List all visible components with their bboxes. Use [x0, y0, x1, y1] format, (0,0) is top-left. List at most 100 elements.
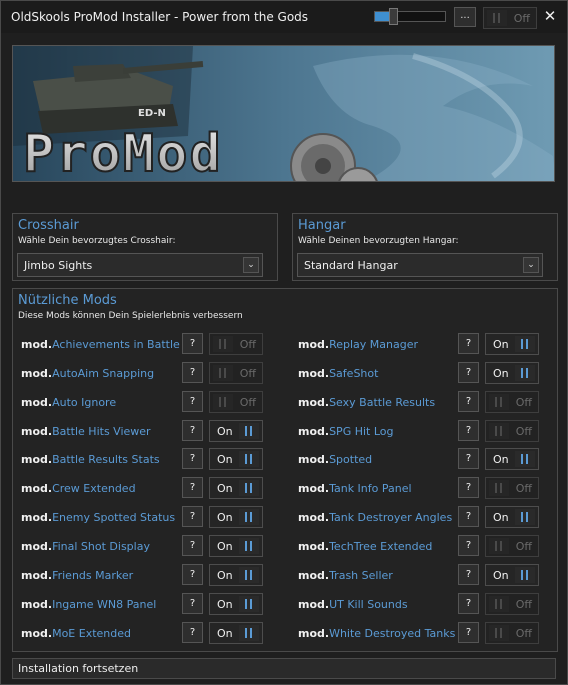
install-label: Installation fortsetzen: [18, 662, 139, 675]
toggle-label: Off: [515, 540, 532, 553]
mod-name: TechTree Extended: [329, 540, 433, 553]
mod-toggle-left-10[interactable]: On: [209, 622, 263, 644]
mod-name: Enemy Spotted Status: [52, 511, 176, 524]
mod-label: mod.Trash Seller: [298, 569, 393, 582]
crosshair-subtitle: Wähle Dein bevorzugtes Crosshair:: [18, 236, 176, 246]
mod-toggle-right-6[interactable]: On: [485, 506, 539, 528]
toggle-knob-icon: [213, 394, 233, 410]
mod-name: Replay Manager: [329, 338, 418, 351]
install-continue-button[interactable]: Installation fortsetzen: [12, 658, 556, 679]
help-button[interactable]: ?: [182, 391, 203, 412]
mod-toggle-left-4[interactable]: On: [209, 448, 263, 470]
title-bar: OldSkools ProMod Installer - Power from …: [1, 1, 567, 33]
mod-prefix: mod.: [298, 511, 330, 524]
mods-title: Nützliche Mods: [18, 293, 117, 308]
close-icon[interactable]: ✕: [542, 7, 558, 25]
help-button[interactable]: ?: [458, 535, 479, 556]
chevron-down-icon[interactable]: ⌄: [523, 257, 539, 273]
help-button[interactable]: ?: [458, 391, 479, 412]
mod-label: mod.Ingame WN8 Panel: [21, 598, 156, 611]
help-button[interactable]: ?: [182, 333, 203, 354]
crosshair-select[interactable]: Jimbo Sights ⌄: [17, 253, 263, 277]
mod-toggle-left-8[interactable]: On: [209, 564, 263, 586]
help-button[interactable]: ?: [458, 564, 479, 585]
mod-label: mod.Final Shot Display: [21, 540, 150, 553]
toggle-knob-icon: [239, 538, 259, 554]
mod-toggle-right-7[interactable]: Off: [485, 535, 539, 557]
mod-name: Tank Destroyer Angles: [329, 511, 453, 524]
mod-toggle-right-3[interactable]: Off: [485, 420, 539, 442]
mod-name: White Destroyed Tanks: [329, 627, 456, 640]
mod-toggle-right-8[interactable]: On: [485, 564, 539, 586]
mod-toggle-left-2[interactable]: Off: [209, 391, 263, 413]
mod-toggle-right-10[interactable]: Off: [485, 622, 539, 644]
mod-name: Friends Marker: [52, 569, 134, 582]
toggle-knob-icon: [489, 423, 509, 439]
chevron-down-icon[interactable]: ⌄: [243, 257, 259, 273]
toggle-label: On: [493, 453, 509, 466]
help-button[interactable]: ?: [182, 622, 203, 643]
mod-name: Crew Extended: [52, 482, 136, 495]
mod-toggle-right-4[interactable]: On: [485, 448, 539, 470]
mod-toggle-right-5[interactable]: Off: [485, 477, 539, 499]
toggle-knob-icon: [515, 567, 535, 583]
toggle-knob-icon: [487, 10, 507, 26]
help-button[interactable]: ?: [458, 420, 479, 441]
help-button[interactable]: ?: [182, 593, 203, 614]
help-button[interactable]: ?: [182, 506, 203, 527]
toggle-knob-icon: [239, 567, 259, 583]
mod-toggle-left-0[interactable]: Off: [209, 333, 263, 355]
mod-toggle-right-9[interactable]: Off: [485, 593, 539, 615]
help-button[interactable]: ?: [182, 420, 203, 441]
toggle-knob-icon: [489, 625, 509, 641]
mod-toggle-right-0[interactable]: On: [485, 333, 539, 355]
installer-window: OldSkools ProMod Installer - Power from …: [0, 0, 568, 685]
help-button[interactable]: ?: [182, 448, 203, 469]
toggle-label: Off: [515, 396, 532, 409]
mod-toggle-left-5[interactable]: On: [209, 477, 263, 499]
toggle-label: On: [493, 511, 509, 524]
tank-marking-text: ED-N: [138, 108, 166, 119]
mod-label: mod.Battle Results Stats: [21, 453, 160, 466]
toggle-label: Off: [239, 367, 256, 380]
help-button[interactable]: ?: [182, 535, 203, 556]
volume-slider[interactable]: [374, 8, 446, 25]
mod-toggle-left-6[interactable]: On: [209, 506, 263, 528]
hangar-title: Hangar: [298, 218, 346, 233]
help-button[interactable]: ?: [182, 477, 203, 498]
mod-name: Spotted: [329, 453, 373, 466]
help-button[interactable]: ?: [458, 333, 479, 354]
mod-name: Ingame WN8 Panel: [52, 598, 157, 611]
toggle-knob-icon: [213, 365, 233, 381]
mod-label: mod.Battle Hits Viewer: [21, 425, 151, 438]
mod-name: Tank Info Panel: [329, 482, 412, 495]
menu-button[interactable]: ...: [454, 7, 476, 27]
help-button[interactable]: ?: [458, 506, 479, 527]
mod-toggle-right-2[interactable]: Off: [485, 391, 539, 413]
help-button[interactable]: ?: [458, 622, 479, 643]
mod-toggle-left-7[interactable]: On: [209, 535, 263, 557]
title-toggle[interactable]: Off: [483, 7, 537, 29]
mod-toggle-left-9[interactable]: On: [209, 593, 263, 615]
hangar-panel: Hangar Wähle Deinen bevorzugten Hangar: …: [292, 213, 558, 281]
help-button[interactable]: ?: [182, 362, 203, 383]
mod-prefix: mod.: [21, 627, 53, 640]
help-button[interactable]: ?: [458, 593, 479, 614]
mod-prefix: mod.: [21, 396, 53, 409]
help-button[interactable]: ?: [458, 477, 479, 498]
toggle-label: Off: [515, 598, 532, 611]
help-button[interactable]: ?: [458, 362, 479, 383]
help-button[interactable]: ?: [458, 448, 479, 469]
help-button[interactable]: ?: [182, 564, 203, 585]
mod-toggle-right-1[interactable]: On: [485, 362, 539, 384]
hangar-select[interactable]: Standard Hangar ⌄: [297, 253, 543, 277]
volume-slider-handle[interactable]: [388, 8, 398, 25]
mod-label: mod.AutoAim Snapping: [21, 367, 154, 380]
toggle-knob-icon: [515, 336, 535, 352]
mod-label: mod.Tank Destroyer Angles: [298, 511, 452, 524]
mod-toggle-left-3[interactable]: On: [209, 420, 263, 442]
mod-name: Battle Hits Viewer: [52, 425, 151, 438]
toggle-label: On: [217, 569, 233, 582]
mod-label: mod.Crew Extended: [21, 482, 136, 495]
mod-toggle-left-1[interactable]: Off: [209, 362, 263, 384]
